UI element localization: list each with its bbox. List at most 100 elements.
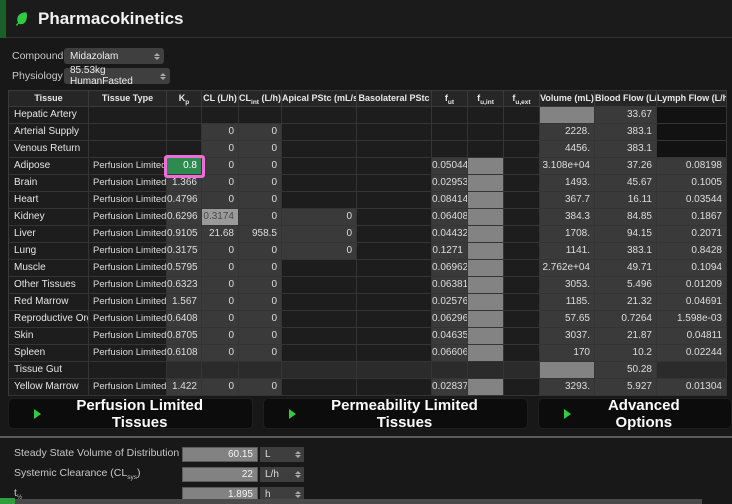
cell-fuint[interactable] (468, 260, 504, 277)
cell-kp[interactable]: 0.6323 (167, 277, 202, 294)
cell-fut[interactable]: 0.06962 (432, 260, 468, 277)
cell-cl[interactable]: 21.68 (202, 226, 239, 243)
cell-clint[interactable]: 0 (239, 141, 282, 158)
cell-cl[interactable]: 0 (202, 124, 239, 141)
cell-volume[interactable]: 3037. (540, 328, 595, 345)
cell-apical-pstc[interactable]: 0 (282, 226, 357, 243)
section-button-advanced-options[interactable]: Advanced Options (538, 398, 732, 429)
cell-clint[interactable]: 0 (239, 209, 282, 226)
cell-blood-flow[interactable]: 10.2 (595, 345, 657, 362)
physiology-dropdown[interactable]: 85.53kg HumanFasted (64, 68, 170, 84)
cell-blood-flow[interactable]: 33.67 (595, 107, 657, 124)
cell-volume[interactable]: 1708. (540, 226, 595, 243)
cell-cl[interactable]: 0 (202, 158, 239, 175)
cell-volume[interactable]: 367.7 (540, 192, 595, 209)
cell-lymph-flow[interactable]: 0.2071 (657, 226, 727, 243)
tissue-type-dropdown[interactable]: Perfusion Limited (89, 209, 167, 226)
cell-lymph-flow[interactable]: 1.598e-03 (657, 311, 727, 328)
cell-lymph-flow[interactable]: 0.08198 (657, 158, 727, 175)
cell-fuint[interactable] (468, 294, 504, 311)
cell-fuint[interactable] (468, 328, 504, 345)
section-button-perfusion-limited-tissues[interactable]: Perfusion Limited Tissues (8, 398, 253, 429)
cell-lymph-flow[interactable]: 0.04691 (657, 294, 727, 311)
vss-input[interactable]: 60.15 (182, 447, 258, 462)
tissue-type-dropdown[interactable]: Perfusion Limited (89, 311, 167, 328)
cell-kp[interactable]: 0.8705 (167, 328, 202, 345)
cell-volume[interactable]: 170 (540, 345, 595, 362)
cell-fuint[interactable] (468, 158, 504, 175)
tissue-type-dropdown[interactable]: Perfusion Limited (89, 345, 167, 362)
cell-clint[interactable]: 0 (239, 345, 282, 362)
cell-clint[interactable]: 0 (239, 158, 282, 175)
cell-fut[interactable]: 0.02576 (432, 294, 468, 311)
cell-blood-flow[interactable]: 50.28 (595, 362, 657, 379)
cell-fut[interactable]: 0.04635 (432, 328, 468, 345)
tissue-type-dropdown[interactable]: Perfusion Limited (89, 260, 167, 277)
cell-volume[interactable]: 57.65 (540, 311, 595, 328)
cell-fuint[interactable] (468, 311, 504, 328)
cell-blood-flow[interactable]: 383.1 (595, 124, 657, 141)
cell-fuint[interactable] (468, 277, 504, 294)
cell-kp[interactable]: 0.9105 (167, 226, 202, 243)
cell-blood-flow[interactable]: 383.1 (595, 243, 657, 260)
cell-volume[interactable]: 1185. (540, 294, 595, 311)
cell-volume[interactable]: 1141. (540, 243, 595, 260)
cell-lymph-flow[interactable]: 0.8428 (657, 243, 727, 260)
cell-kp[interactable]: 0.6108 (167, 345, 202, 362)
cell-fut[interactable]: 0.06408 (432, 209, 468, 226)
cell-cl[interactable]: 0 (202, 311, 239, 328)
cell-clint[interactable]: 0 (239, 175, 282, 192)
cell-kp[interactable]: 0.4796 (167, 192, 202, 209)
cell-volume[interactable] (540, 362, 595, 379)
tissue-type-dropdown[interactable]: Perfusion Limited (89, 226, 167, 243)
cell-clint[interactable]: 958.5 (239, 226, 282, 243)
cell-cl[interactable]: 0 (202, 345, 239, 362)
cell-blood-flow[interactable]: 45.67 (595, 175, 657, 192)
cell-blood-flow[interactable]: 84.85 (595, 209, 657, 226)
cell-cl[interactable]: 0 (202, 328, 239, 345)
cell-fuint[interactable] (468, 192, 504, 209)
cell-clint[interactable]: 0 (239, 260, 282, 277)
cell-blood-flow[interactable]: 0.7264 (595, 311, 657, 328)
cell-cl[interactable]: 0 (202, 141, 239, 158)
cell-lymph-flow[interactable]: 0.1867 (657, 209, 727, 226)
cell-clint[interactable]: 0 (239, 311, 282, 328)
cell-volume[interactable]: 1493. (540, 175, 595, 192)
cell-clint[interactable]: 0 (239, 243, 282, 260)
cell-volume[interactable]: 2.762e+04 (540, 260, 595, 277)
tissue-type-dropdown[interactable]: Perfusion Limited (89, 243, 167, 260)
vss-unit-dropdown[interactable]: L (260, 447, 304, 462)
cell-cl[interactable]: 0 (202, 175, 239, 192)
cell-apical-pstc[interactable]: 0 (282, 243, 357, 260)
cell-fuint[interactable] (468, 379, 504, 396)
cell-kp[interactable]: 1.422 (167, 379, 202, 396)
cell-lymph-flow[interactable]: 0.1094 (657, 260, 727, 277)
cell-kp[interactable]: 0.3175 (167, 243, 202, 260)
cell-kp[interactable]: 1.366 (167, 175, 202, 192)
cell-kp[interactable]: 0.8 (167, 158, 202, 175)
cell-volume[interactable]: 3053. (540, 277, 595, 294)
cell-cl[interactable]: 0 (202, 243, 239, 260)
cell-lymph-flow[interactable]: 0.01209 (657, 277, 727, 294)
cell-cl[interactable]: 0 (202, 379, 239, 396)
cell-blood-flow[interactable]: 383.1 (595, 141, 657, 158)
cell-clint[interactable]: 0 (239, 328, 282, 345)
cell-clint[interactable]: 0 (239, 294, 282, 311)
cell-fut[interactable]: 0.1271 (432, 243, 468, 260)
cell-fut[interactable]: 0.02953 (432, 175, 468, 192)
cell-fuint[interactable] (468, 209, 504, 226)
cell-clint[interactable]: 0 (239, 124, 282, 141)
tissue-type-dropdown[interactable]: Perfusion Limited (89, 158, 167, 175)
cell-cl[interactable]: 0 (202, 294, 239, 311)
tissue-type-dropdown[interactable]: Perfusion Limited (89, 277, 167, 294)
cell-fuint[interactable] (468, 226, 504, 243)
cell-lymph-flow[interactable]: 0.1005 (657, 175, 727, 192)
cell-blood-flow[interactable]: 94.15 (595, 226, 657, 243)
cell-volume[interactable]: 3.108e+04 (540, 158, 595, 175)
cell-blood-flow[interactable]: 37.26 (595, 158, 657, 175)
cell-cl[interactable]: 0 (202, 192, 239, 209)
cell-cl[interactable]: 0 (202, 277, 239, 294)
clsys-input[interactable]: 22 (182, 467, 258, 482)
tissue-type-dropdown[interactable]: Perfusion Limited (89, 328, 167, 345)
cell-blood-flow[interactable]: 21.32 (595, 294, 657, 311)
